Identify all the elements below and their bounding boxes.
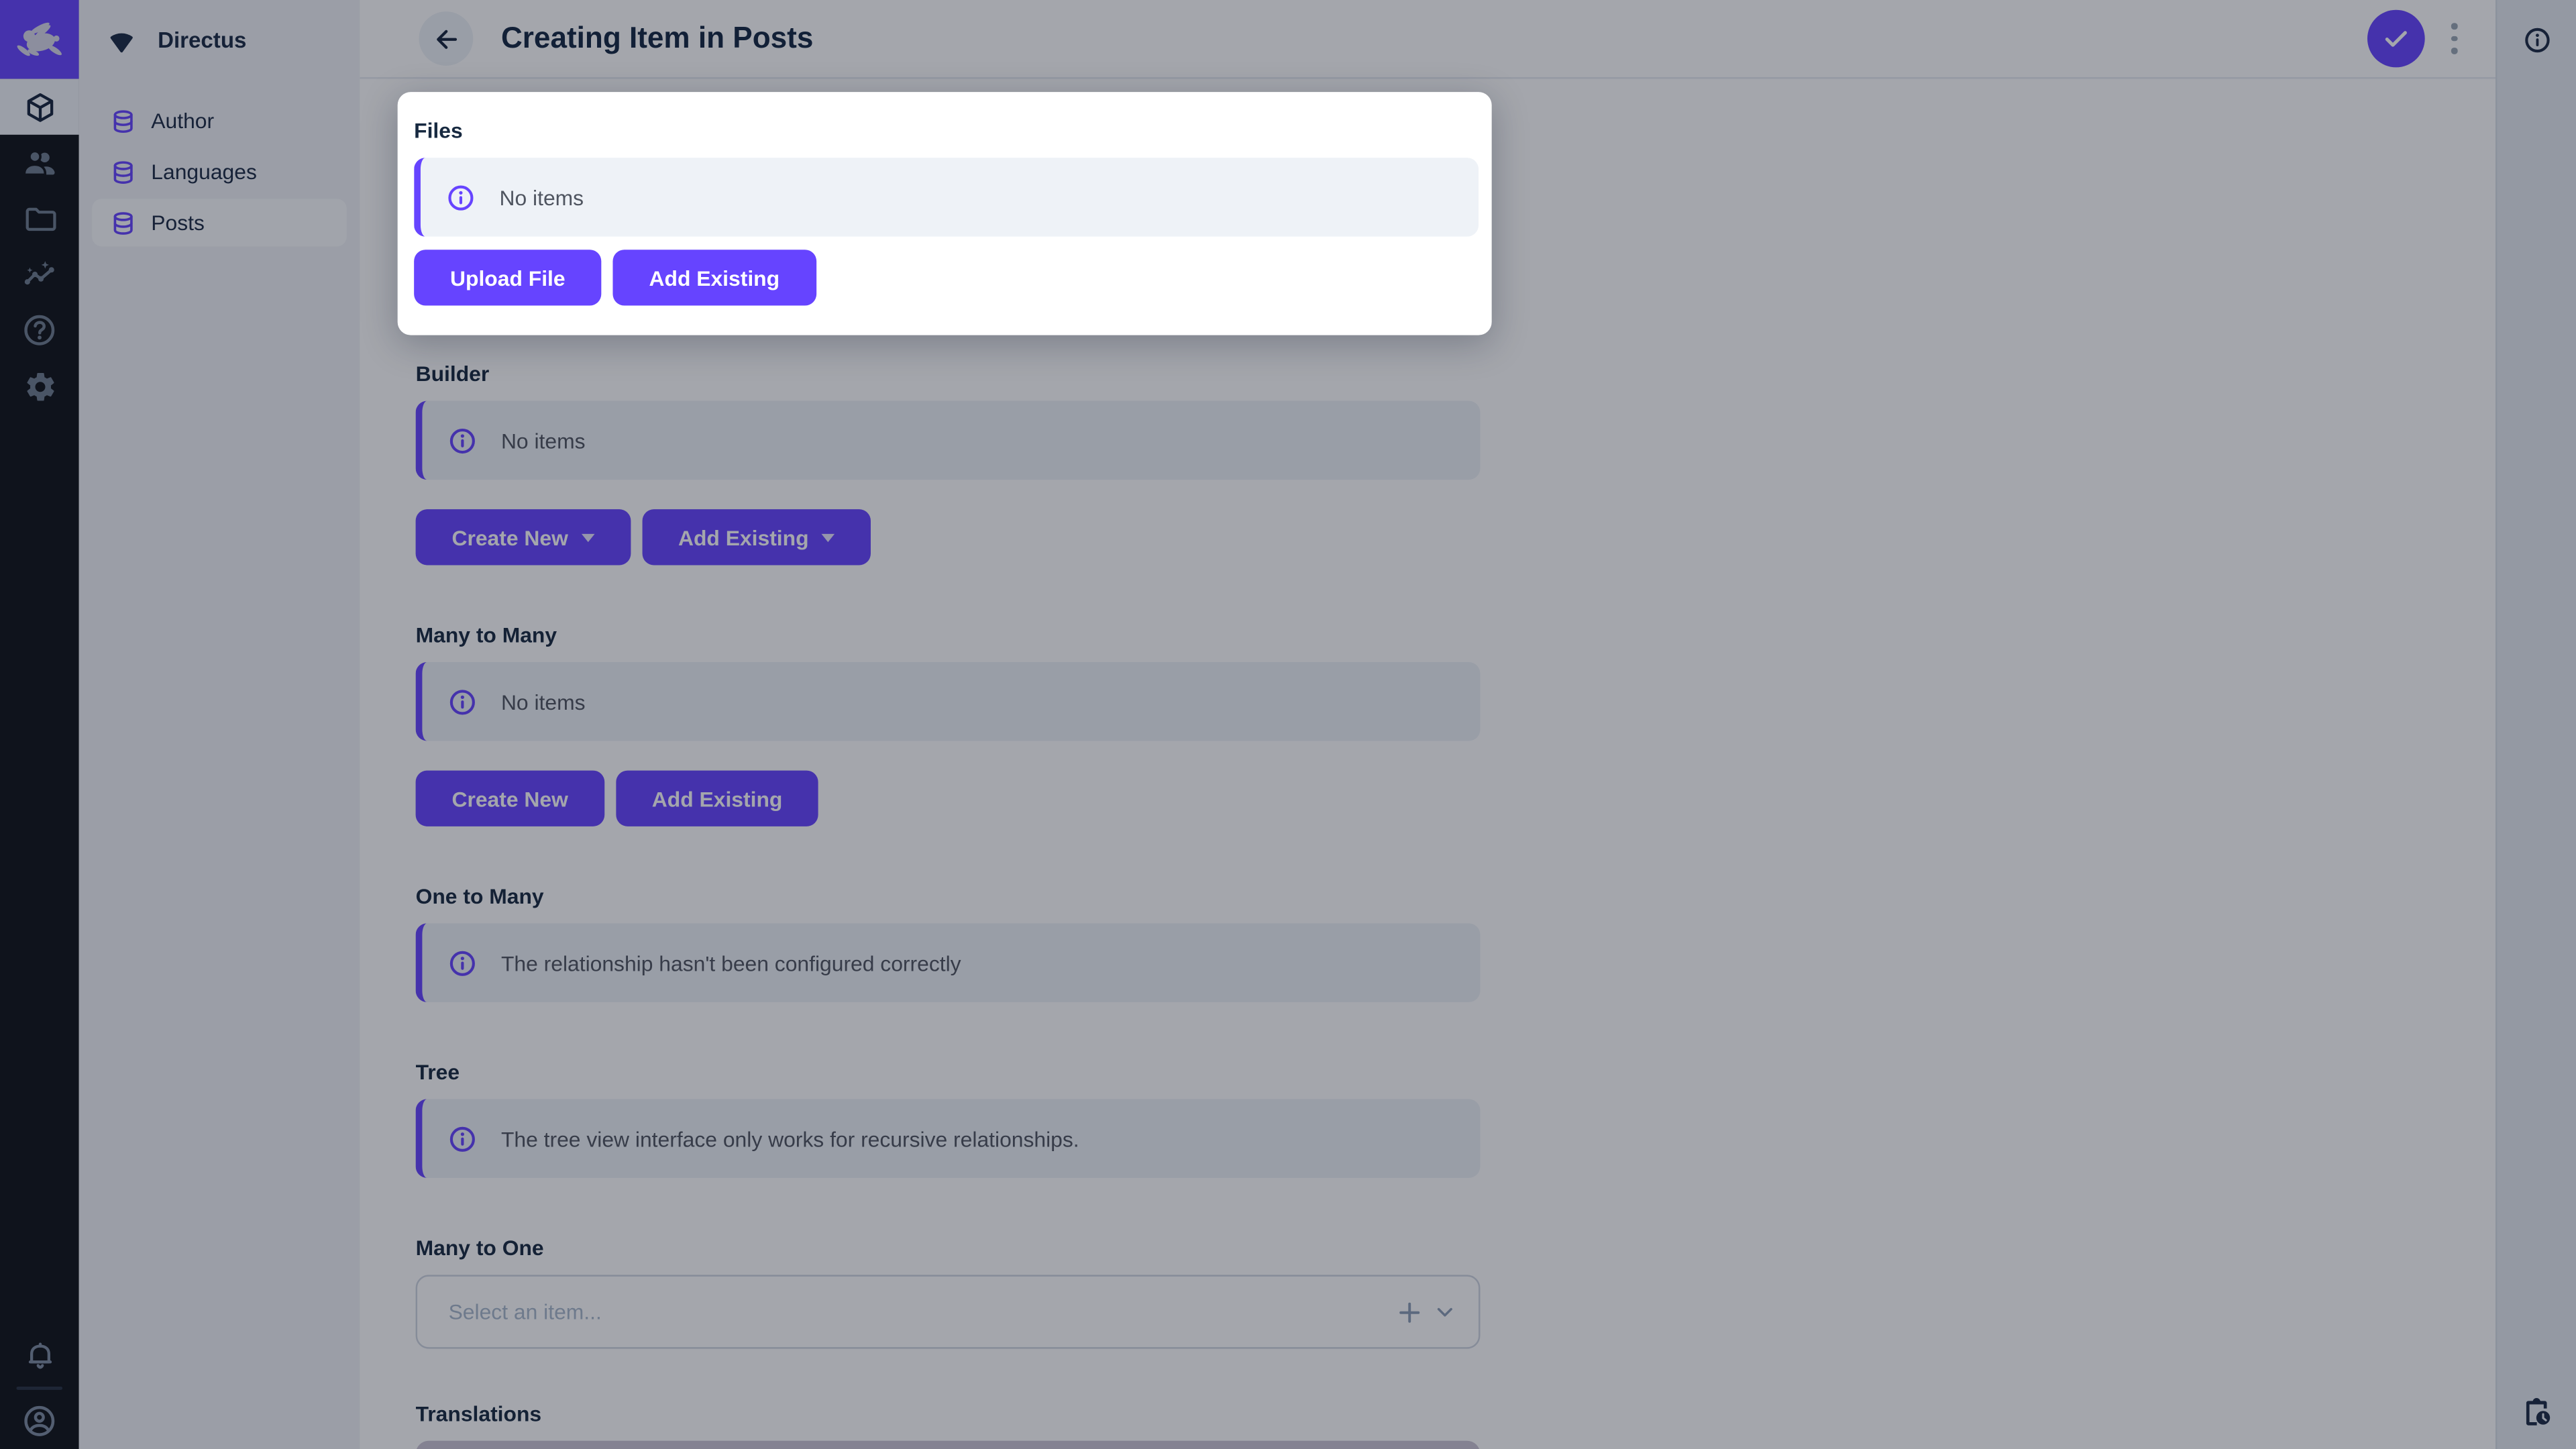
files-field-card: Files No items Upload File Add Existing [397, 92, 1492, 335]
app-window: Directus Author Languages Posts Creating… [0, 0, 2576, 1449]
field-label: Files [414, 118, 463, 144]
upload-file-button[interactable]: Upload File [414, 250, 602, 306]
info-icon [448, 184, 474, 210]
notice-text: No items [499, 184, 584, 210]
files-add-existing-button[interactable]: Add Existing [612, 250, 816, 306]
files-notice: No items [414, 158, 1479, 237]
button-label: Upload File [450, 265, 566, 290]
button-label: Add Existing [649, 265, 780, 290]
